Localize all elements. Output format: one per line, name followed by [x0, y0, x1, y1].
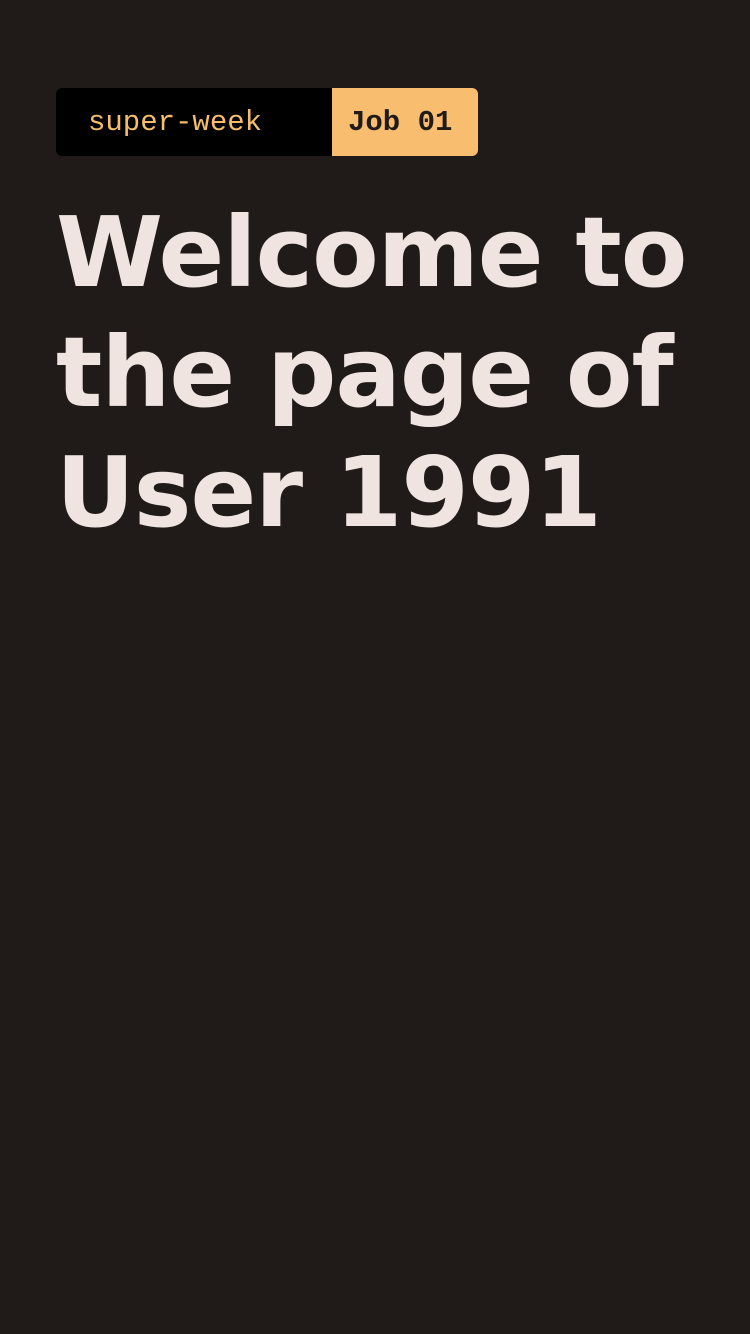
headline-line: Welcome to: [56, 196, 687, 309]
welcome-headline: Welcome to the page of User 1991: [56, 193, 696, 553]
headline-line: User 1991: [56, 436, 602, 549]
badge-tag-label: super-week: [56, 88, 332, 156]
badge-job-label: Job 01: [332, 88, 478, 156]
job-badge: super-week Job 01: [56, 88, 478, 156]
headline-line: the page of: [56, 316, 674, 429]
